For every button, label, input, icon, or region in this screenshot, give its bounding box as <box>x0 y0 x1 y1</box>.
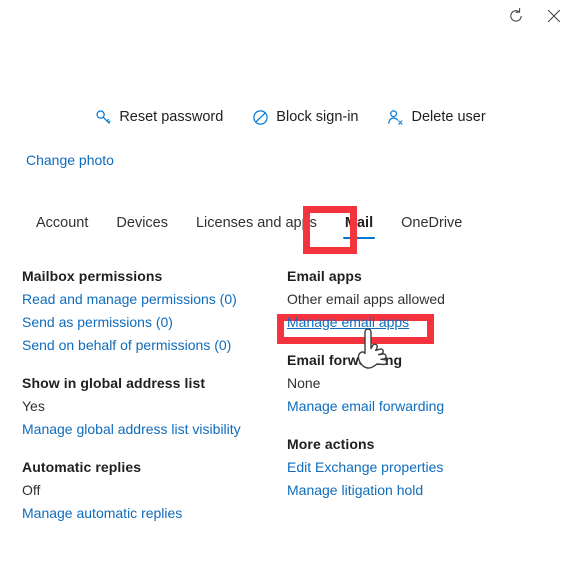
tab-devices[interactable]: Devices <box>102 213 182 241</box>
automatic-replies-value: Off <box>22 482 41 498</box>
manage-automatic-replies-link[interactable]: Manage automatic replies <box>22 505 287 521</box>
tab-licenses-and-apps-label: Licenses and apps <box>195 215 317 231</box>
block-icon <box>251 108 269 126</box>
delete-user-label: Delete user <box>411 109 486 125</box>
mail-left-column: Mailbox permissions Read and manage perm… <box>22 268 287 528</box>
group-title: Show in global address list <box>22 375 206 391</box>
tab-bar: Account Devices Licenses and apps Mail O… <box>22 213 476 241</box>
panel-header <box>506 0 580 32</box>
send-as-permissions-link[interactable]: Send as permissions (0) <box>22 314 287 330</box>
tab-mail[interactable]: Mail <box>331 213 387 241</box>
group-title: Mailbox permissions <box>22 268 163 284</box>
tab-account-label: Account <box>36 215 89 231</box>
group-automatic-replies: Automatic replies Off Manage automatic r… <box>22 459 287 521</box>
tab-licenses-and-apps[interactable]: Licenses and apps <box>182 213 331 241</box>
global-address-list-value: Yes <box>22 398 45 414</box>
change-photo-link[interactable]: Change photo <box>26 152 114 168</box>
group-title: Email apps <box>287 268 362 284</box>
email-forwarding-value: None <box>287 375 321 391</box>
key-icon <box>94 108 112 126</box>
delete-user-icon <box>387 108 405 126</box>
close-icon[interactable] <box>544 6 564 26</box>
tab-mail-label: Mail <box>344 215 374 231</box>
group-title: Email forwarding <box>287 352 403 368</box>
command-bar: Reset password Block sign-in Delete user <box>0 106 580 128</box>
tab-account[interactable]: Account <box>22 213 102 241</box>
reset-password-label: Reset password <box>119 109 224 125</box>
refresh-icon[interactable] <box>506 6 526 26</box>
tab-onedrive[interactable]: OneDrive <box>387 213 476 241</box>
group-title: More actions <box>287 436 375 452</box>
read-and-manage-permissions-link[interactable]: Read and manage permissions (0) <box>22 291 287 307</box>
group-more-actions: More actions Edit Exchange properties Ma… <box>287 436 552 498</box>
block-signin-label: Block sign-in <box>276 109 359 125</box>
send-on-behalf-of-permissions-link[interactable]: Send on behalf of permissions (0) <box>22 337 287 353</box>
reset-password-button[interactable]: Reset password <box>92 106 225 128</box>
delete-user-button[interactable]: Delete user <box>385 106 488 128</box>
group-show-in-global-address-list: Show in global address list Yes Manage g… <box>22 375 287 437</box>
group-email-forwarding: Email forwarding None Manage email forwa… <box>287 352 552 414</box>
group-email-apps: Email apps Other email apps allowed Mana… <box>287 268 552 330</box>
group-mailbox-permissions: Mailbox permissions Read and manage perm… <box>22 268 287 353</box>
manage-litigation-hold-link[interactable]: Manage litigation hold <box>287 482 552 498</box>
edit-exchange-properties-link[interactable]: Edit Exchange properties <box>287 459 552 475</box>
mail-right-column: Email apps Other email apps allowed Mana… <box>287 268 552 528</box>
tab-devices-label: Devices <box>116 215 168 231</box>
manage-global-address-list-visibility-link[interactable]: Manage global address list visibility <box>22 421 287 437</box>
group-title: Automatic replies <box>22 459 142 475</box>
manage-email-apps-link[interactable]: Manage email apps <box>287 314 552 330</box>
tab-onedrive-label: OneDrive <box>401 215 463 231</box>
mail-tab-content: Mailbox permissions Read and manage perm… <box>22 268 562 528</box>
email-apps-value: Other email apps allowed <box>287 291 445 307</box>
manage-email-forwarding-link[interactable]: Manage email forwarding <box>287 398 552 414</box>
tab-selected-underline <box>342 237 376 239</box>
block-signin-button[interactable]: Block sign-in <box>249 106 360 128</box>
